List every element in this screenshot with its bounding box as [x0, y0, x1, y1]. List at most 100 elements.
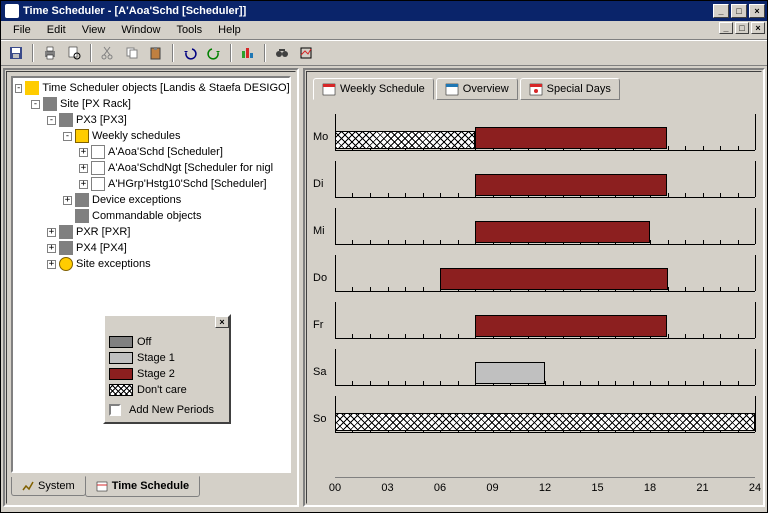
legend-titlebar[interactable]: × — [105, 316, 229, 330]
tab-system[interactable]: System — [11, 477, 86, 496]
tab-special-days[interactable]: Special Days — [520, 78, 620, 100]
schedule-bar[interactable] — [475, 362, 545, 384]
legend-close-button[interactable]: × — [215, 316, 229, 328]
legend-row-dontcare: Don't care — [109, 382, 225, 398]
copy-button[interactable] — [121, 42, 143, 64]
menu-tools[interactable]: Tools — [168, 22, 210, 38]
schedule-icon — [96, 480, 108, 492]
day-track[interactable] — [335, 254, 755, 292]
tree-sched3[interactable]: +A'HGrp'Hstg10'Schd [Scheduler] — [15, 176, 287, 192]
legend-label: Stage 1 — [137, 352, 175, 364]
maximize-button[interactable]: □ — [731, 4, 747, 18]
day-row-so[interactable]: So — [313, 390, 755, 437]
toolbar-separator — [264, 44, 266, 62]
print-preview-button[interactable] — [63, 42, 85, 64]
tree-label: Site [PX Rack] — [60, 98, 131, 110]
chart-icon — [298, 45, 314, 61]
print-icon — [42, 45, 58, 61]
tree-site-exceptions[interactable]: +Site exceptions — [15, 256, 287, 272]
mdi-minimize-button[interactable]: _ — [719, 22, 733, 34]
schedule-bar[interactable] — [475, 315, 668, 337]
schedule-bar[interactable] — [475, 174, 668, 196]
day-row-fr[interactable]: Fr — [313, 296, 755, 343]
day-track[interactable] — [335, 113, 755, 151]
axis-label: 21 — [696, 482, 708, 494]
chart-button[interactable] — [295, 42, 317, 64]
day-row-di[interactable]: Di — [313, 155, 755, 202]
right-tabs: Weekly Schedule Overview Special Days — [313, 78, 622, 100]
axis-label: 03 — [381, 482, 393, 494]
day-row-mi[interactable]: Mi — [313, 202, 755, 249]
legend-label: Off — [137, 336, 151, 348]
save-icon — [8, 45, 24, 61]
print-button[interactable] — [39, 42, 61, 64]
tree-panel: -Time Scheduler objects [Landis & Staefa… — [3, 68, 299, 507]
day-label: Mi — [313, 225, 335, 245]
tree-weekly-schedules[interactable]: -Weekly schedules — [15, 128, 287, 144]
schedule-bar[interactable] — [475, 127, 668, 149]
minimize-button[interactable]: _ — [713, 4, 729, 18]
find-button[interactable] — [271, 42, 293, 64]
tree-device-exceptions[interactable]: +Device exceptions — [15, 192, 287, 208]
tree-site[interactable]: -Site [PX Rack] — [15, 96, 287, 112]
day-track[interactable] — [335, 301, 755, 339]
tab-weekly[interactable]: Weekly Schedule — [313, 78, 434, 100]
titlebar: Time Scheduler - [A'Aoa'Schd [Scheduler]… — [1, 1, 767, 21]
undo-icon — [182, 45, 198, 61]
mdi-restore-button[interactable]: □ — [735, 22, 749, 34]
schedule-bar[interactable] — [440, 268, 668, 290]
schedule-bar[interactable] — [475, 221, 650, 243]
toolbar-separator — [230, 44, 232, 62]
legend-label: Don't care — [137, 384, 187, 396]
paste-button[interactable] — [145, 42, 167, 64]
day-track[interactable] — [335, 160, 755, 198]
undo-button[interactable] — [179, 42, 201, 64]
mdi-close-button[interactable]: × — [751, 22, 765, 34]
menu-help[interactable]: Help — [210, 22, 249, 38]
window-title: Time Scheduler - [A'Aoa'Schd [Scheduler]… — [23, 5, 711, 17]
app-icon — [5, 4, 19, 18]
day-row-mo[interactable]: Mo — [313, 108, 755, 155]
tab-time-schedule[interactable]: Time Schedule — [85, 476, 200, 497]
mdi-controls: _ □ × — [717, 22, 765, 34]
day-track[interactable] — [335, 395, 755, 433]
tree-px4[interactable]: +PX4 [PX4] — [15, 240, 287, 256]
close-button[interactable]: × — [749, 4, 765, 18]
legend-panel[interactable]: × Off Stage 1 Stage 2 Don't care Add New… — [103, 314, 231, 424]
tree-view[interactable]: -Time Scheduler objects [Landis & Staefa… — [11, 76, 291, 473]
refresh-button[interactable] — [237, 42, 259, 64]
calendar-special-icon — [529, 82, 543, 96]
tree-px3[interactable]: -PX3 [PX3] — [15, 112, 287, 128]
tree-root[interactable]: -Time Scheduler objects [Landis & Staefa… — [15, 80, 287, 96]
day-track[interactable] — [335, 348, 755, 386]
cut-button[interactable] — [97, 42, 119, 64]
tree-commandable-objects[interactable]: Commandable objects — [15, 208, 287, 224]
tree-label: A'Aoa'SchdNgt [Scheduler for nigl — [108, 162, 273, 174]
menu-window[interactable]: Window — [113, 22, 168, 38]
tab-label: System — [38, 480, 75, 492]
redo-button[interactable] — [203, 42, 225, 64]
add-periods-checkbox[interactable] — [109, 404, 121, 416]
tree-label: A'HGrp'Hstg10'Schd [Scheduler] — [108, 178, 267, 190]
tab-overview[interactable]: Overview — [436, 78, 518, 100]
schedule-bar[interactable] — [335, 131, 475, 149]
menu-file[interactable]: File — [5, 22, 39, 38]
tree-sched2[interactable]: +A'Aoa'SchdNgt [Scheduler for nigl — [15, 160, 287, 176]
day-row-do[interactable]: Do — [313, 249, 755, 296]
tree-root-label: Time Scheduler objects [Landis & Staefa … — [42, 82, 289, 94]
swatch-off — [109, 336, 133, 348]
day-track[interactable] — [335, 207, 755, 245]
schedule-bar[interactable] — [335, 413, 755, 431]
system-icon — [22, 480, 34, 492]
schedule-chart[interactable]: MoDi Mi DoFrSaSo — [313, 108, 755, 473]
day-row-sa[interactable]: Sa — [313, 343, 755, 390]
calendar-week-icon — [322, 82, 336, 96]
menu-view[interactable]: View — [74, 22, 114, 38]
menu-edit[interactable]: Edit — [39, 22, 74, 38]
tree-pxr[interactable]: +PXR [PXR] — [15, 224, 287, 240]
tree-sched1[interactable]: +A'Aoa'Schd [Scheduler] — [15, 144, 287, 160]
save-button[interactable] — [5, 42, 27, 64]
tree-label: Weekly schedules — [92, 130, 180, 142]
legend-add-row[interactable]: Add New Periods — [109, 402, 225, 418]
calendar-overview-icon — [445, 82, 459, 96]
